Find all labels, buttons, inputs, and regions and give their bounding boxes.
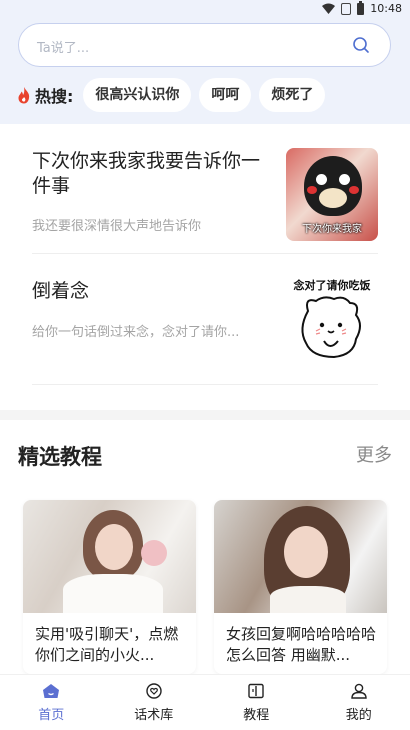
topic-card-list: 下次你来我家我要告诉你一件事 我还要很深情很大声地告诉你 下次你来我家 倒着念 … — [0, 124, 410, 410]
wifi-icon — [322, 3, 336, 14]
nav-profile-label: 我的 — [345, 708, 372, 723]
tutorial-card[interactable]: 实用'吸引聊天'，点燃你们之间的小火... — [23, 500, 196, 674]
nav-phrases-label: 话术库 — [134, 708, 174, 723]
image-caption: 下次你来我家 — [302, 224, 362, 235]
topic-card-image: 下次你来我家 — [286, 148, 378, 241]
nav-tutorials-label: 教程 — [243, 708, 270, 723]
hot-search-label: 热搜: — [35, 87, 74, 106]
fire-icon — [18, 87, 30, 104]
nav-phrases[interactable]: 话术库 — [103, 675, 206, 730]
bear-sticker-image — [301, 296, 361, 359]
tutorial-card[interactable]: 女孩回复啊哈哈哈哈哈怎么回答 用幽默... — [214, 500, 387, 674]
hot-chip-2[interactable]: 呵呵 — [199, 78, 252, 112]
more-link[interactable]: 更多 — [356, 441, 392, 467]
nav-tutorials[interactable]: 教程 — [205, 675, 308, 730]
header-area: Ta说了... 热搜: 很高兴认识你 呵呵 烦死了 — [0, 18, 410, 124]
tutorial-photo — [214, 500, 387, 613]
section-divider — [0, 410, 410, 420]
search-input[interactable]: Ta说了... — [18, 23, 391, 67]
search-icon[interactable] — [352, 36, 370, 54]
status-icons: 10:48 — [322, 0, 402, 15]
topic-card-title: 下次你来我家我要告诉你一件事 — [32, 150, 261, 197]
bottom-nav: 首页 话术库 教程 我的 — [0, 674, 410, 730]
status-time: 10:48 — [370, 2, 402, 15]
battery-icon — [357, 0, 365, 15]
topic-card-title: 倒着念 — [32, 280, 90, 302]
hot-search-row: 热搜: 很高兴认识你 呵呵 烦死了 — [16, 78, 333, 112]
hot-chip-3[interactable]: 烦死了 — [259, 78, 326, 112]
search-placeholder: Ta说了... — [37, 41, 90, 56]
nav-home[interactable]: 首页 — [0, 675, 103, 730]
tutorial-photo — [23, 500, 196, 613]
hot-chip-1[interactable]: 很高兴认识你 — [83, 78, 192, 112]
tutorial-title: 女孩回复啊哈哈哈哈哈怎么回答 用幽默... — [226, 625, 377, 664]
section-title: 精选教程 — [18, 445, 102, 469]
tutorial-title: 实用'吸引聊天'，点燃你们之间的小火... — [35, 625, 179, 664]
topic-card-desc: 我还要很深情很大声地告诉你 — [32, 219, 202, 234]
user-icon — [351, 683, 367, 699]
heart-chat-icon — [146, 683, 162, 699]
topic-card[interactable]: 倒着念 给你一句话倒过来念，念对了请你... 念对了请你吃饭 — [32, 255, 378, 385]
status-bar: 10:48 — [0, 0, 410, 18]
bear-image — [304, 156, 362, 216]
book-icon — [248, 683, 264, 699]
nav-home-label: 首页 — [38, 708, 65, 723]
tutorial-header: 精选教程 更多 — [0, 420, 410, 484]
topic-card[interactable]: 下次你来我家我要告诉你一件事 我还要很深情很大声地告诉你 下次你来我家 — [32, 124, 378, 254]
topic-card-image: 念对了请你吃饭 — [286, 277, 378, 370]
home-icon — [43, 684, 60, 698]
topic-card-desc: 给你一句话倒过来念，念对了请你... — [32, 325, 240, 340]
nav-profile[interactable]: 我的 — [308, 675, 410, 730]
sim-icon — [341, 2, 352, 15]
